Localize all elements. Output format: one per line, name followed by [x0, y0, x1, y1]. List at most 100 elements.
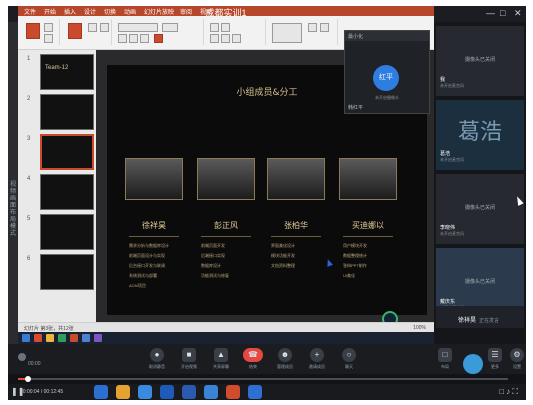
share-icon: ▲ — [214, 348, 228, 362]
layout-label: 布局 — [441, 364, 449, 369]
minimize-icon[interactable]: — — [486, 8, 495, 18]
floating-video-window[interactable]: 最小化 红平 未开启摄像头 韩红平 — [344, 30, 430, 114]
start-icon[interactable] — [22, 334, 30, 342]
align-left-icon[interactable] — [210, 34, 219, 43]
manage-label: 管理成员 — [277, 364, 293, 369]
app-icon[interactable] — [204, 385, 218, 399]
drawing-group — [268, 19, 338, 45]
app-icon[interactable] — [94, 334, 102, 342]
slide-thumbnail[interactable]: Team-12 — [40, 54, 94, 90]
copy-icon[interactable] — [44, 34, 53, 43]
layout-icon[interactable] — [88, 23, 97, 32]
paste-icon[interactable] — [26, 23, 40, 39]
numbering-icon[interactable] — [221, 23, 230, 32]
ppt-title-bar: 文件 开始 插入 设计 切换 动画 幻灯片放映 审阅 视图 成都实训1 — [18, 6, 434, 18]
app-icon[interactable] — [94, 385, 108, 399]
app-icon[interactable] — [82, 334, 90, 342]
shapes-gallery[interactable] — [272, 23, 302, 43]
video-button[interactable]: ■ 开启视频 — [176, 348, 202, 370]
member-task: 文档资料整理 — [271, 263, 295, 268]
manage-members-button[interactable]: ☻ 管理成员 — [272, 348, 298, 370]
speaker-status: 正在发言 — [479, 318, 500, 324]
avatar: 红平 — [373, 65, 399, 91]
zoom-level[interactable]: 100% — [413, 325, 426, 331]
slide-thumbnail[interactable] — [40, 174, 94, 210]
share-screen-button[interactable]: ▲ 共享屏幕 — [208, 348, 234, 370]
divider — [201, 236, 251, 239]
folder-icon[interactable] — [46, 334, 54, 342]
participant-tile[interactable]: 摄像头已关闭 李晓伟 未开启麦克风 — [436, 174, 524, 244]
slide-thumbnails: 1 Team-12 2 3 4 5 6 — [18, 50, 96, 322]
font-color-icon[interactable] — [154, 34, 163, 43]
participant-tile[interactable]: 葛浩 葛浩 未开启麦克风 — [436, 100, 524, 170]
cut-icon[interactable] — [44, 23, 53, 32]
bold-icon[interactable] — [118, 34, 127, 43]
bullets-icon[interactable] — [210, 23, 219, 32]
invite-label: 邀请成员 — [309, 364, 325, 369]
layout-button[interactable]: □ 布局 — [432, 348, 458, 370]
participant-name: 葛浩 — [440, 151, 451, 157]
meeting-controls: 00:00 ● 取消静音 ■ 开启视频 ▲ 共享屏幕 ☎ 结束 ☻ 管理成员 + 邀请成员 … — [8, 344, 526, 374]
app-icon[interactable] — [58, 334, 66, 342]
member-photo — [197, 158, 255, 200]
record-icon — [463, 354, 483, 374]
powerpoint-icon[interactable] — [70, 334, 78, 342]
browser-icon[interactable] — [138, 385, 152, 399]
active-speaker-label: 徐祥昊 正在发言 — [458, 315, 499, 324]
unmute-button[interactable]: ● 取消静音 — [144, 348, 170, 370]
chat-button[interactable]: ○ 聊天 — [336, 348, 362, 370]
reset-icon[interactable] — [100, 23, 109, 32]
share-label: 共享屏幕 — [213, 364, 229, 369]
slide-thumbnail[interactable] — [40, 214, 94, 250]
member-task: 后台接口开发与联调 — [129, 263, 165, 268]
camera-off-label: 摄像头已关闭 — [464, 205, 495, 211]
member-task: ACM项目 — [129, 283, 146, 288]
underline-icon[interactable] — [140, 34, 149, 43]
member-card: 张柏华 界面美化设计 模块功能开发 文档资料整理 — [267, 158, 325, 269]
layout-side-strip[interactable]: 视频画面布局模式 — [8, 22, 18, 344]
align-center-icon[interactable] — [221, 34, 230, 43]
align-right-icon[interactable] — [232, 34, 241, 43]
word-icon[interactable] — [182, 385, 196, 399]
quick-styles-icon[interactable] — [320, 23, 329, 32]
end-meeting-button[interactable]: ☎ 结束 — [240, 348, 266, 370]
meeting-window: 韩佳月 下午(12:30)的快速会议 — □ ✕ 视频画面布局模式 文件 开始 … — [8, 6, 526, 400]
floating-video-header[interactable]: 最小化 — [345, 31, 429, 41]
slide-thumbnail-selected[interactable] — [40, 134, 94, 170]
progress-track[interactable] — [18, 376, 508, 382]
camera-off-label: 摄像头已关闭 — [464, 279, 495, 285]
menu-icon: ☰ — [488, 348, 502, 362]
invite-button[interactable]: + 邀请成员 — [304, 348, 330, 370]
end-label: 结束 — [249, 364, 257, 369]
maximize-icon[interactable]: □ — [500, 8, 505, 18]
gear-icon: ⚙ — [510, 348, 524, 362]
close-icon[interactable]: ✕ — [514, 8, 522, 19]
arrange-icon[interactable] — [308, 23, 317, 32]
app-icon[interactable] — [34, 334, 42, 342]
member-task: 数据库设计 — [201, 263, 221, 268]
font-family-select[interactable] — [118, 23, 158, 32]
app-icon[interactable] — [160, 385, 174, 399]
slide-thumbnail[interactable] — [40, 254, 94, 290]
fullscreen-icon[interactable]: □ ♪ ⛶ — [499, 387, 518, 397]
playhead[interactable] — [24, 376, 31, 382]
shared-taskbar — [18, 332, 434, 344]
divider — [343, 236, 393, 239]
participant-name: 韩红平 — [348, 105, 364, 111]
layout-mode-label: 视频画面布局模式 — [9, 182, 16, 237]
thumbnail-title: Team-12 — [45, 65, 69, 71]
divider — [129, 236, 179, 239]
chat-icon: ○ — [342, 348, 356, 362]
italic-icon[interactable] — [129, 34, 138, 43]
font-size-select[interactable] — [162, 23, 178, 32]
settings-button[interactable]: ⚙ 设置 — [504, 348, 526, 370]
app-icon[interactable] — [248, 385, 262, 399]
member-task: 系统测试与部署 — [129, 273, 157, 278]
folder-icon[interactable] — [116, 385, 130, 399]
powerpoint-icon[interactable] — [226, 385, 240, 399]
participant-tile[interactable]: 摄像头已关闭 我 未开启麦克风 — [436, 26, 524, 96]
new-slide-icon[interactable] — [68, 23, 82, 39]
slide-thumbnail[interactable] — [40, 94, 94, 130]
thumbnail-number: 5 — [27, 216, 31, 222]
layout-icon: □ — [438, 348, 452, 362]
